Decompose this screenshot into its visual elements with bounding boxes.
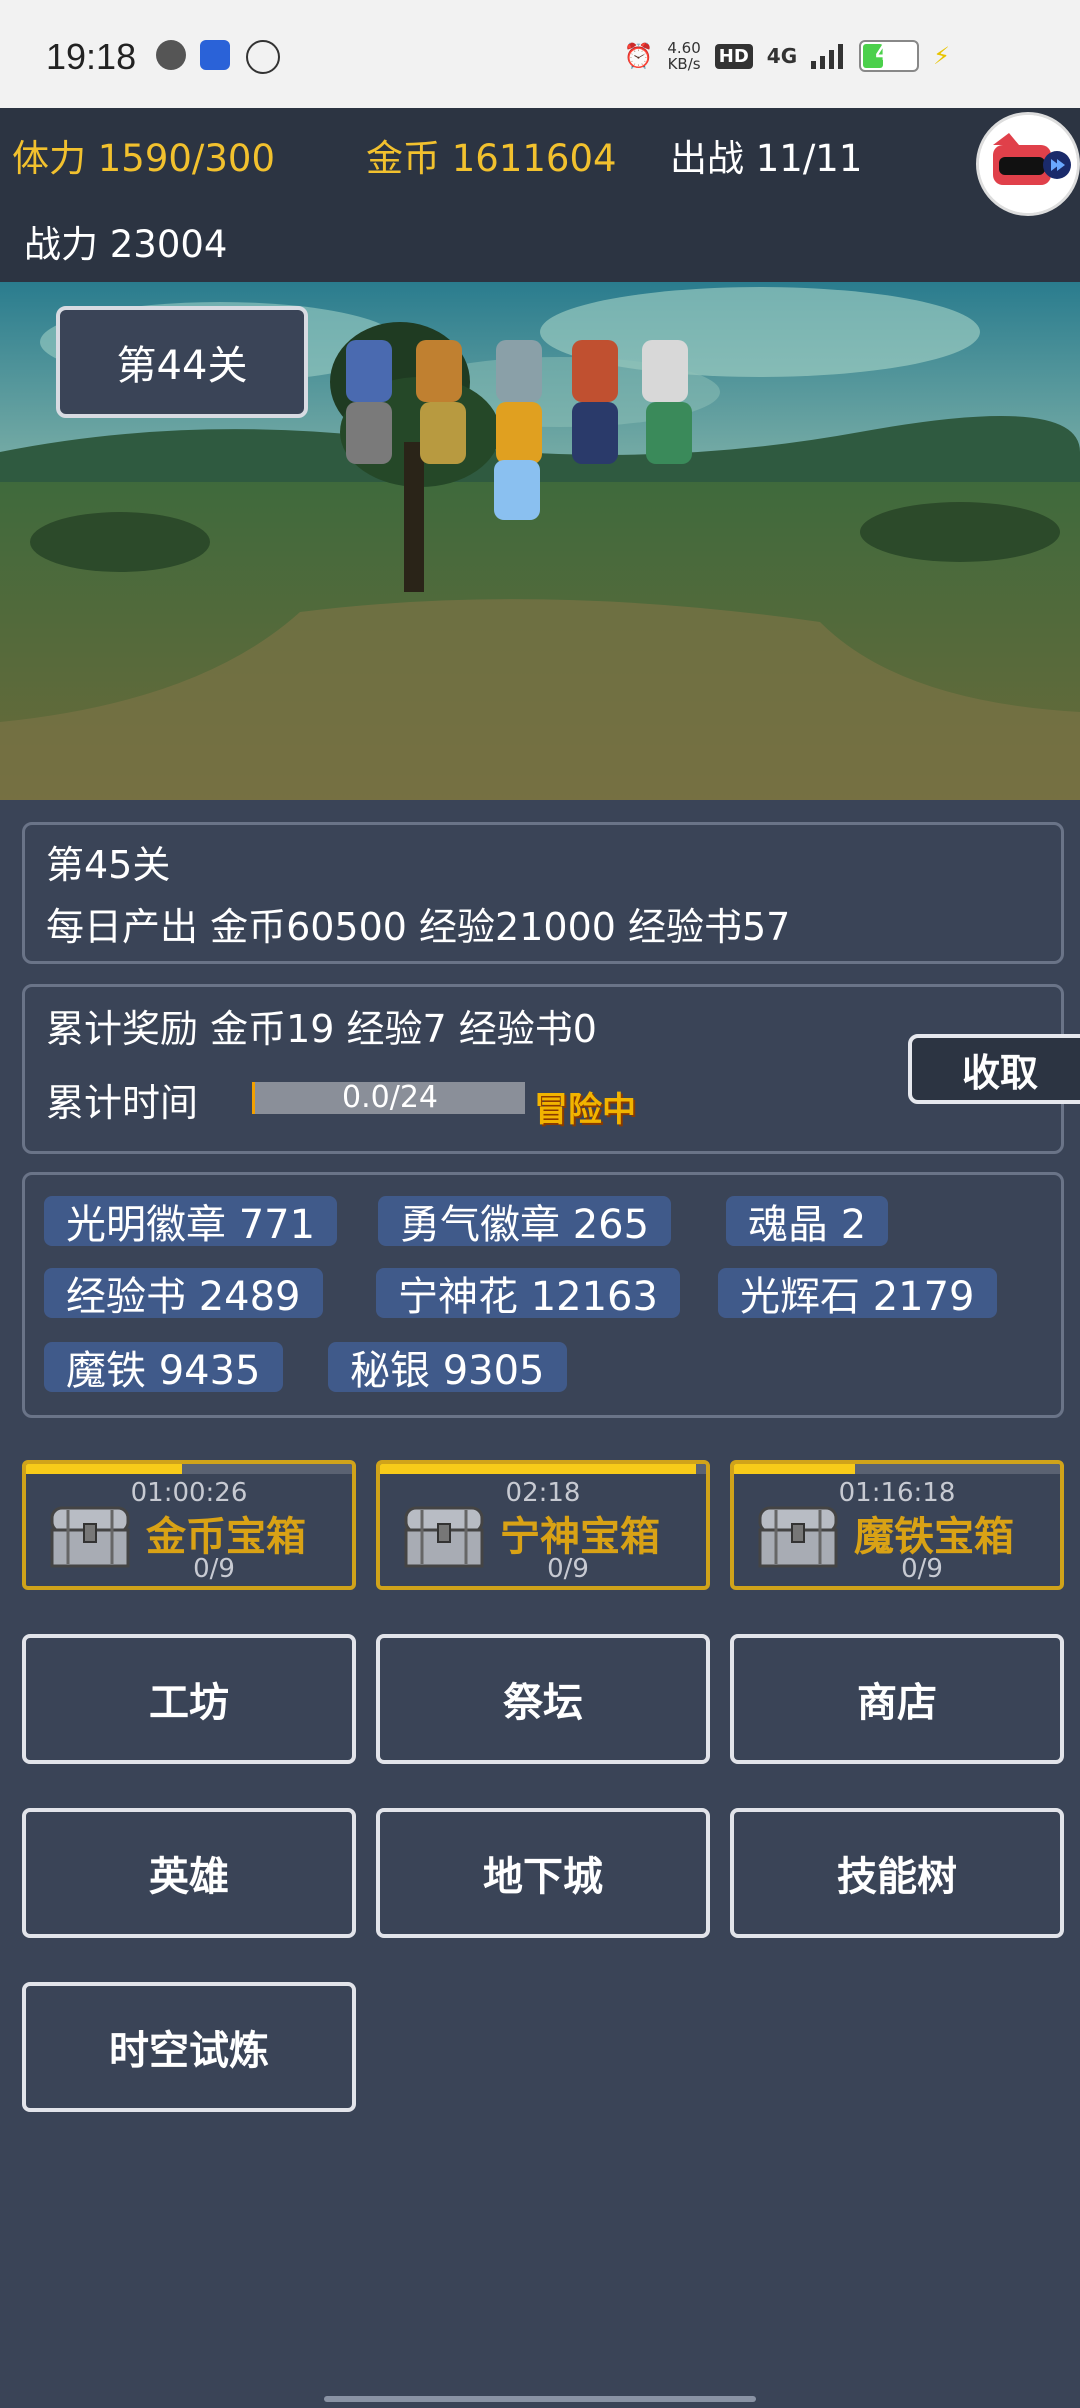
- network-speed-value: 4.60: [667, 39, 701, 57]
- chest-count: 0/9: [901, 1554, 943, 1584]
- current-stage-label: 第44关: [116, 343, 248, 389]
- inventory-chip: 魂晶 2: [726, 1196, 889, 1248]
- skill-tree-button[interactable]: 技能树: [730, 1808, 1064, 1938]
- inventory-chip: 经验书 2489: [44, 1268, 323, 1320]
- menu-label: 英雄: [149, 1854, 229, 1900]
- status-bar: 19:18 ⏰ 4.60 KB/s HD 4G 41 ⚡: [0, 0, 1080, 108]
- menu-label: 工坊: [149, 1680, 229, 1726]
- battery-icon: 41: [859, 40, 920, 72]
- home-indicator[interactable]: [324, 2396, 756, 2402]
- menu-label: 商店: [857, 1680, 937, 1726]
- resource-bar: 体力 1590/300 金币 1611604 出战 11/11 战力 23004: [0, 108, 1080, 282]
- accumulated-time-progress: 0.0/24: [252, 1080, 525, 1115]
- current-stage-button[interactable]: 第44关: [56, 306, 308, 418]
- alarm-icon: ⏰: [623, 42, 654, 70]
- chest-count: 0/9: [193, 1554, 235, 1584]
- battery-level: 41: [875, 41, 904, 65]
- cat-app-icon: [246, 40, 280, 74]
- app-notification-icon: [156, 40, 186, 70]
- network-type: 4G: [766, 44, 798, 68]
- dungeon-button[interactable]: 地下城: [376, 1808, 710, 1938]
- menu-label: 技能树: [837, 1854, 957, 1900]
- heroes-button[interactable]: 英雄: [22, 1808, 356, 1938]
- collect-button[interactable]: 收取: [908, 1034, 1080, 1104]
- altar-button[interactable]: 祭坛: [376, 1634, 710, 1764]
- iron-chest[interactable]: 01:16:18 魔铁宝箱 0/9: [730, 1460, 1064, 1590]
- accumulated-rewards: 累计奖励 金币19 经验7 经验书0: [46, 1007, 597, 1051]
- chest-count: 0/9: [547, 1554, 589, 1584]
- shop-button[interactable]: 商店: [730, 1634, 1064, 1764]
- stamina: 体力 1590/300: [12, 137, 276, 180]
- chest-progress: [26, 1464, 183, 1474]
- workshop-button[interactable]: 工坊: [22, 1634, 356, 1764]
- gold-chest[interactable]: 01:00:26 金币宝箱 0/9: [22, 1460, 356, 1590]
- menu-label: 地下城: [483, 1854, 603, 1900]
- hd-badge: HD: [714, 43, 753, 69]
- status-time: 19:18: [46, 36, 137, 77]
- spacetime-trial-button[interactable]: 时空试炼: [22, 1982, 356, 2112]
- gold-count: 金币 1611604: [366, 137, 617, 180]
- floating-assistant-avatar[interactable]: [976, 112, 1080, 216]
- progress-text: 0.0/24: [342, 1080, 438, 1115]
- chest-progress: [380, 1464, 697, 1474]
- inventory-chip: 秘银 9305: [328, 1342, 567, 1394]
- signal-icon: [811, 44, 844, 69]
- combat-power: 战力 23004: [24, 223, 228, 266]
- network-speed-unit: KB/s: [667, 55, 701, 73]
- adventure-status: 冒险中: [534, 1090, 636, 1130]
- collect-label: 收取: [961, 1050, 1038, 1095]
- inventory-chip: 宁神花 12163: [376, 1268, 680, 1320]
- network-speed: 4.60 KB/s: [667, 40, 700, 72]
- inventory-chip: 勇气徽章 265: [378, 1196, 672, 1248]
- charging-icon: ⚡: [933, 42, 950, 70]
- calm-chest[interactable]: 02:18 宁神宝箱 0/9: [376, 1460, 710, 1590]
- deploy-count: 出战 11/11: [670, 137, 863, 180]
- chest-progress: [734, 1464, 855, 1474]
- accumulated-time-label: 累计时间: [46, 1081, 199, 1125]
- daily-output: 每日产出 金币60500 经验21000 经验书57: [46, 905, 791, 949]
- assistant-icon: [979, 115, 1077, 213]
- next-stage-title: 第45关: [46, 843, 171, 887]
- inventory-chip: 魔铁 9435: [44, 1342, 283, 1394]
- menu-label: 时空试炼: [109, 2028, 269, 2074]
- inventory-chip: 光明徽章 771: [44, 1196, 338, 1248]
- inventory-chip: 光辉石 2179: [718, 1268, 997, 1320]
- status-right: ⏰ 4.60 KB/s HD 4G 41 ⚡: [623, 40, 950, 72]
- menu-label: 祭坛: [503, 1680, 583, 1726]
- news-app-icon: [200, 40, 230, 70]
